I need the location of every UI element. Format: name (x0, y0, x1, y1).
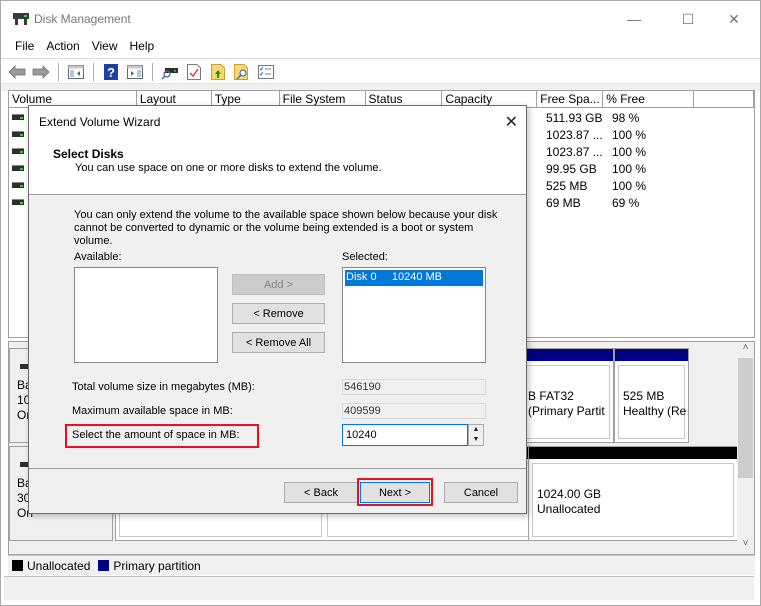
back-button[interactable]: < Back (284, 482, 358, 503)
up-folder-icon[interactable] (208, 62, 228, 82)
legend-unallocated: Unallocated (27, 558, 91, 573)
partition-size: 1024.00 GB (537, 487, 602, 501)
free-space: 69 MB (546, 196, 581, 210)
dialog-header: Select Disks You can use space on one or… (29, 136, 526, 195)
scroll-thumb[interactable] (738, 358, 753, 478)
percent-free: 69 % (612, 196, 640, 210)
drive-icon (12, 148, 24, 154)
free-space: 511.93 GB (546, 111, 603, 125)
drive-icon (12, 131, 24, 137)
menu-view[interactable]: View (86, 37, 124, 57)
drive-icon (12, 165, 24, 171)
add-button[interactable]: Add > (232, 274, 325, 295)
percent-free: 100 % (612, 179, 647, 193)
toolbar-separator (93, 62, 94, 81)
selected-label: Selected: (342, 251, 388, 263)
legend: Unallocated Primary partition (8, 555, 755, 575)
search-folder-icon[interactable] (232, 62, 252, 82)
amount-label: Select the amount of space in MB: (72, 429, 240, 441)
menu-file[interactable]: File (9, 37, 40, 57)
spin-up-icon[interactable]: ▲ (469, 425, 483, 435)
menu-help[interactable]: Help (124, 37, 161, 57)
menu-bar: File Action View Help (1, 37, 760, 57)
menu-action[interactable]: Action (40, 37, 85, 57)
scroll-down-icon[interactable]: ˅ (737, 538, 754, 554)
toolbar-separator (58, 62, 59, 81)
free-space: 525 MB (546, 179, 588, 193)
svg-text:?: ? (107, 65, 115, 80)
dialog-title: Extend Volume Wizard (39, 115, 161, 129)
next-button[interactable]: Next > (360, 482, 430, 503)
legend-primary-partition: Primary partition (113, 558, 201, 573)
check-icon[interactable] (184, 62, 204, 82)
toolbar: ? (1, 58, 760, 84)
available-disks-list[interactable] (74, 267, 218, 363)
toolbar-separator (152, 62, 153, 81)
dialog-heading: Select Disks (53, 147, 124, 161)
remove-button[interactable]: < Remove (232, 303, 325, 324)
free-space: 99.95 GB (546, 162, 597, 176)
cancel-button[interactable]: Cancel (444, 482, 518, 503)
amount-input[interactable]: 10240 (342, 424, 468, 446)
show-hide-console-tree-icon[interactable] (66, 62, 86, 82)
status-bar (4, 576, 754, 600)
maximize-button[interactable]: ☐ (665, 7, 711, 31)
percent-free: 100 % (612, 145, 647, 159)
percent-free: 100 % (612, 128, 647, 142)
show-hide-action-pane-icon[interactable] (125, 62, 145, 82)
spin-down-icon[interactable]: ▼ (469, 435, 483, 445)
unallocated-bar (529, 447, 737, 459)
extend-volume-wizard-dialog: Extend Volume Wizard ✕ Select Disks You … (28, 105, 527, 514)
close-button[interactable]: ✕ (711, 7, 757, 31)
total-size-label: Total volume size in megabytes (MB): (72, 381, 255, 393)
title-bar: Disk Management — ☐ ✕ (1, 1, 760, 37)
unallocated-swatch (12, 560, 23, 571)
partition-status: Unallocated (537, 502, 601, 516)
selected-disks-list[interactable]: Disk 0 10240 MB (342, 267, 486, 363)
dialog-footer-separator (29, 468, 526, 469)
dialog-info-text: You can only extend the volume to the av… (74, 209, 498, 247)
properties-list-icon[interactable] (256, 62, 276, 82)
free-space: 1023.87 ... (546, 128, 603, 142)
minimize-button[interactable]: — (611, 7, 657, 31)
column-header-free-space[interactable]: Free Spa... (537, 91, 604, 107)
selected-disk-item[interactable]: Disk 0 10240 MB (345, 270, 483, 286)
partition-status: Healthy (Re (623, 404, 687, 418)
amount-spinner[interactable]: ▲ ▼ (468, 424, 484, 446)
column-header-percent-free[interactable]: % Free (603, 91, 695, 107)
primary-partition-bar (615, 349, 688, 361)
total-size-field: 546190 (342, 379, 486, 395)
column-header-empty (694, 91, 754, 107)
dialog-subheading: You can use space on one or more disks t… (75, 162, 382, 174)
drive-icon (12, 199, 24, 205)
max-space-field: 409599 (342, 403, 486, 419)
help-icon[interactable]: ? (101, 62, 121, 82)
percent-free: 100 % (612, 162, 647, 176)
dialog-close-icon[interactable]: ✕ (505, 112, 518, 132)
partition-recovery[interactable]: 525 MB Healthy (Re (614, 348, 689, 443)
disk-pane-scrollbar[interactable]: ˄ ˅ (737, 342, 754, 554)
drive-icon (12, 114, 24, 120)
forward-icon[interactable] (31, 62, 51, 82)
primary-partition-swatch (98, 560, 110, 571)
max-space-label: Maximum available space in MB: (72, 405, 233, 417)
partition-unallocated[interactable]: 1024.00 GB Unallocated (528, 446, 738, 541)
percent-free: 98 % (612, 111, 640, 125)
free-space: 1023.87 ... (546, 145, 603, 159)
partition-size: B FAT32 (528, 389, 574, 403)
connect-disk-icon[interactable] (160, 62, 180, 82)
remove-all-button[interactable]: < Remove All (232, 332, 325, 353)
disk-management-app-icon (13, 13, 29, 25)
available-label: Available: (74, 251, 122, 263)
dialog-title-bar: Extend Volume Wizard ✕ (29, 106, 526, 136)
partition-type: (Primary Partit (528, 404, 605, 418)
scroll-up-icon[interactable]: ˄ (737, 342, 754, 358)
drive-icon (12, 182, 24, 188)
back-icon[interactable] (7, 62, 27, 82)
window-title: Disk Management (34, 12, 131, 26)
partition-size: 525 MB (623, 389, 665, 403)
